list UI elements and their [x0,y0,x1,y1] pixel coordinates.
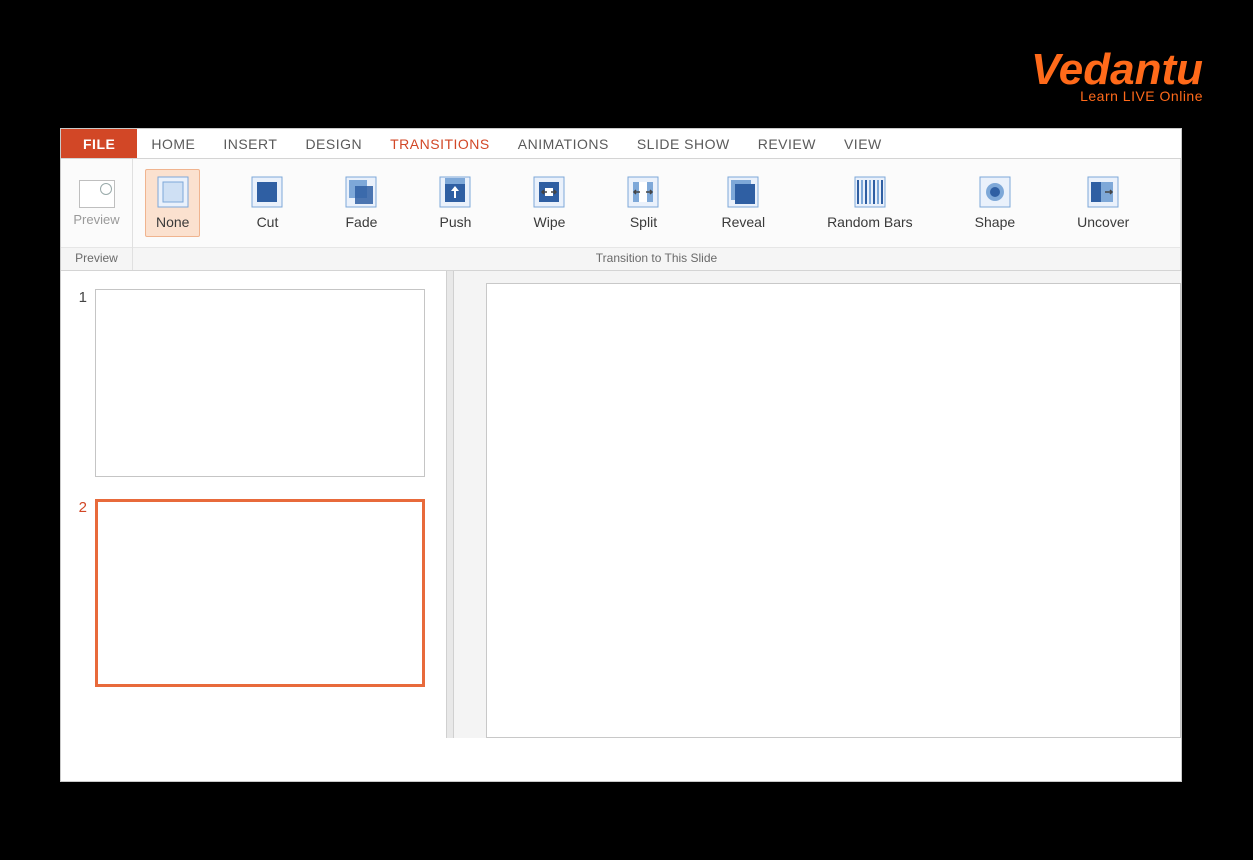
brand-wordmark: Vedantu [1031,48,1203,92]
transition-randombars-label: Random Bars [827,214,913,230]
transition-wipe[interactable]: Wipe [522,169,576,237]
vedantu-brand: Vedantu Learn LIVE Online [1031,48,1203,104]
preview-button-label: Preview [73,212,119,227]
slide-canvas-area [454,271,1181,738]
tab-home-label: HOME [151,136,195,152]
randombars-icon [854,176,886,208]
transition-cut[interactable]: Cut [240,169,294,237]
ribbon-group-preview: Preview Preview [61,159,133,270]
transition-shape[interactable]: Shape [964,169,1026,237]
push-icon [439,176,471,208]
tab-animations-label: ANIMATIONS [518,136,609,152]
slide-thumb-row[interactable]: 2 [71,499,436,687]
tab-animations[interactable]: ANIMATIONS [504,129,623,158]
tab-design[interactable]: DESIGN [291,129,376,158]
transition-cut-label: Cut [257,214,279,230]
wipe-icon [533,176,565,208]
transition-split-label: Split [630,214,657,230]
tab-review[interactable]: REVIEW [744,129,830,158]
tab-insert-label: INSERT [223,136,277,152]
preview-icon [79,180,115,208]
transition-reveal[interactable]: Reveal [710,169,776,237]
none-icon [157,176,189,208]
slide-canvas[interactable] [486,283,1181,738]
ribbon-tabstrip: FILE HOME INSERT DESIGN TRANSITIONS ANIMATIO… [61,129,1181,159]
uncover-icon [1087,176,1119,208]
tab-view-label: VIEW [844,136,882,152]
slide-number: 1 [71,289,87,306]
tab-design-label: DESIGN [305,136,362,152]
workspace: 12 [61,271,1181,738]
ribbon-group-preview-label: Preview [61,247,132,270]
reveal-icon [727,176,759,208]
pane-splitter[interactable] [446,271,454,738]
transition-uncover-label: Uncover [1077,214,1129,230]
preview-button[interactable]: Preview [61,159,132,247]
cut-icon [251,176,283,208]
slide-number: 2 [71,499,87,516]
transition-push[interactable]: Push [428,169,482,237]
ribbon-group-transitions: None Cut Fade Push Wipe Split Reveal Random Bar… [133,159,1181,270]
tab-file[interactable]: FILE [61,129,137,158]
shape-icon [979,176,1011,208]
split-icon [627,176,659,208]
slide-thumbnail[interactable] [95,499,425,687]
tab-highlight-box [61,738,209,781]
transition-randombars[interactable]: Random Bars [816,169,924,237]
transition-reveal-label: Reveal [721,214,765,230]
tab-transitions-label: TRANSITIONS [390,136,490,152]
slide-thumbnail[interactable] [95,289,425,477]
transition-fade-label: Fade [346,214,378,230]
transition-uncover[interactable]: Uncover [1066,169,1140,237]
fade-icon [345,176,377,208]
tab-review-label: REVIEW [758,136,816,152]
slide-thumb-row[interactable]: 1 [71,289,436,477]
ribbon-group-transitions-label: Transition to This Slide [133,247,1180,270]
transition-fade[interactable]: Fade [334,169,388,237]
transition-shape-label: Shape [975,214,1015,230]
transition-split[interactable]: Split [616,169,670,237]
transition-wipe-label: Wipe [534,214,566,230]
powerpoint-window: FILE HOME INSERT DESIGN TRANSITIONS ANIMATIO… [60,128,1182,782]
tab-slideshow[interactable]: SLIDE SHOW [623,129,744,158]
slide-thumbnail-panel: 12 [61,271,446,738]
transition-gallery: None Cut Fade Push Wipe Split Reveal Random Bar… [133,159,1152,247]
tab-insert[interactable]: INSERT [209,129,291,158]
tab-slideshow-label: SLIDE SHOW [637,136,730,152]
ribbon: Preview Preview None Cut Fade Push Wipe Split… [61,159,1181,271]
tab-transitions[interactable]: TRANSITIONS [376,129,504,158]
tab-file-label: FILE [83,136,115,152]
tab-home[interactable]: HOME [137,129,209,158]
transition-none-label: None [156,214,189,230]
tab-view[interactable]: VIEW [830,129,896,158]
transition-none[interactable]: None [145,169,200,237]
transition-push-label: Push [440,214,472,230]
